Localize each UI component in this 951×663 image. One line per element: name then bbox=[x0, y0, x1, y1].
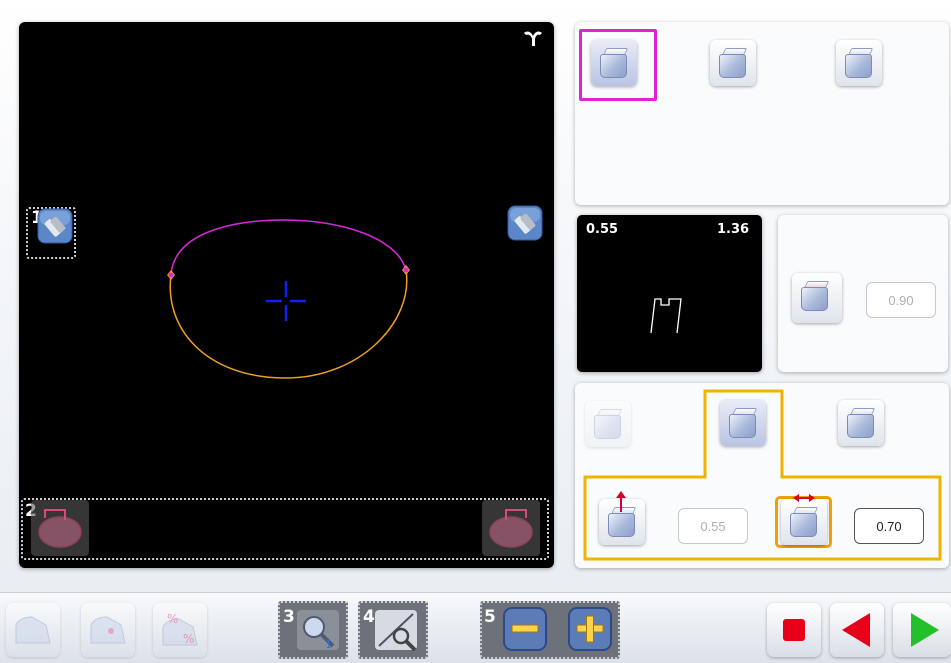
groove-width-button[interactable] bbox=[781, 494, 827, 545]
bevel-value-field[interactable]: 0.90 bbox=[866, 282, 936, 318]
percent-icon: % % bbox=[162, 612, 198, 646]
polish-edge-button[interactable] bbox=[585, 401, 631, 447]
lens-search-icon[interactable]: 1 bbox=[295, 606, 343, 654]
right-lens-outline-icon[interactable] bbox=[482, 500, 540, 556]
groove-profile-icon bbox=[650, 298, 682, 334]
profile-preview: 0.55 1.36 bbox=[577, 215, 762, 372]
polish-button[interactable] bbox=[81, 603, 135, 657]
side-selection-strip[interactable] bbox=[21, 498, 549, 560]
minus-icon[interactable] bbox=[502, 606, 548, 652]
arrow-left-right-icon bbox=[793, 494, 815, 502]
svg-text:1: 1 bbox=[325, 638, 332, 651]
flat-edge-button[interactable] bbox=[836, 40, 882, 86]
edge-tool-icon bbox=[15, 616, 51, 644]
groove-panel: 0.55 0.70 bbox=[575, 383, 949, 568]
previous-icon bbox=[842, 613, 870, 647]
measure-icon[interactable] bbox=[373, 606, 421, 654]
groove-depth-button[interactable] bbox=[599, 491, 645, 545]
step-badge-3: 3 bbox=[283, 607, 295, 627]
edge-tool-button[interactable] bbox=[6, 603, 60, 657]
bottom-toolbar: % % 3 1 4 5 bbox=[0, 592, 951, 663]
arrow-up-icon bbox=[616, 491, 626, 512]
stop-button[interactable] bbox=[767, 603, 821, 657]
groove-width-field[interactable]: 0.70 bbox=[854, 508, 924, 544]
bevel-edge-button[interactable] bbox=[591, 40, 637, 86]
polish-icon bbox=[90, 616, 126, 644]
plus-icon[interactable] bbox=[567, 606, 613, 652]
shape-viewer[interactable]: 1 2 bbox=[19, 22, 554, 568]
bevel-panel: 0.90 bbox=[778, 215, 948, 372]
profile-left-value: 0.55 bbox=[586, 222, 619, 237]
previous-button[interactable] bbox=[830, 603, 884, 657]
percent-button[interactable]: % % bbox=[153, 603, 207, 657]
groove-depth-field[interactable]: 0.55 bbox=[678, 508, 748, 544]
next-icon bbox=[911, 613, 939, 647]
svg-text:%: % bbox=[167, 612, 178, 626]
step-badge-5: 5 bbox=[484, 607, 496, 627]
flat-type-button[interactable] bbox=[838, 400, 884, 446]
bevel-position-button[interactable] bbox=[792, 273, 842, 323]
groove-type-button[interactable] bbox=[720, 400, 766, 446]
left-lens-outline-icon[interactable] bbox=[31, 500, 89, 556]
profile-right-value: 1.36 bbox=[717, 222, 750, 237]
svg-text:%: % bbox=[183, 632, 194, 646]
edge-type-panel bbox=[575, 22, 949, 205]
stop-icon bbox=[783, 619, 805, 641]
crosshair-icon bbox=[266, 281, 306, 321]
next-button[interactable] bbox=[893, 603, 951, 657]
groove-edge-button[interactable] bbox=[710, 40, 756, 86]
